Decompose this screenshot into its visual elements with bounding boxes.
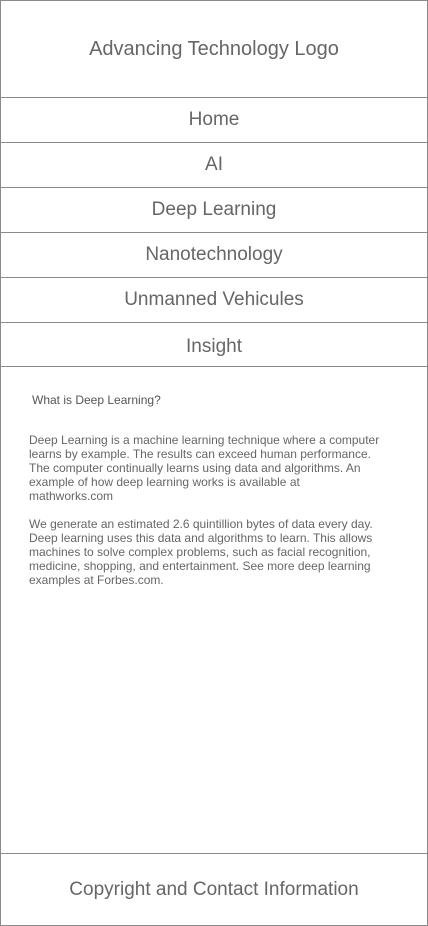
nav-item-label: Nanotechnology [145, 243, 283, 265]
nav-item-label: Insight [186, 336, 242, 357]
nav-item-label: Deep Learning [151, 198, 277, 220]
nav-item-unmanned-vehicules[interactable]: Unmanned Vehicules [1, 277, 427, 323]
nav-item-nanotechnology[interactable]: Nanotechnology [1, 232, 427, 278]
paragraph: We generate an estimated 2.6 quintillion… [29, 517, 373, 587]
logo-text: Advancing Technology Logo [89, 37, 339, 60]
footer-text: Copyright and Contact Information [69, 879, 359, 900]
site-logo[interactable]: Advancing Technology Logo [1, 1, 427, 98]
nav-item-label: AI [205, 153, 223, 175]
section-title: What is Deep Learning? [32, 393, 161, 407]
footer: Copyright and Contact Information [1, 853, 427, 926]
nav-item-label: Unmanned Vehicules [124, 288, 304, 310]
nav-item-home[interactable]: Home [1, 97, 427, 143]
paragraph: Deep Learning is a machine learning tech… [29, 433, 380, 503]
nav-item-insight[interactable]: Insight [1, 322, 427, 367]
page-frame: Advancing Technology Logo Home AI Deep L… [0, 0, 428, 926]
main-content: What is Deep Learning? Deep Learning is … [1, 368, 427, 853]
nav-item-deep-learning[interactable]: Deep Learning [1, 187, 427, 233]
nav-item-ai[interactable]: AI [1, 142, 427, 188]
nav-item-label: Home [188, 108, 240, 130]
